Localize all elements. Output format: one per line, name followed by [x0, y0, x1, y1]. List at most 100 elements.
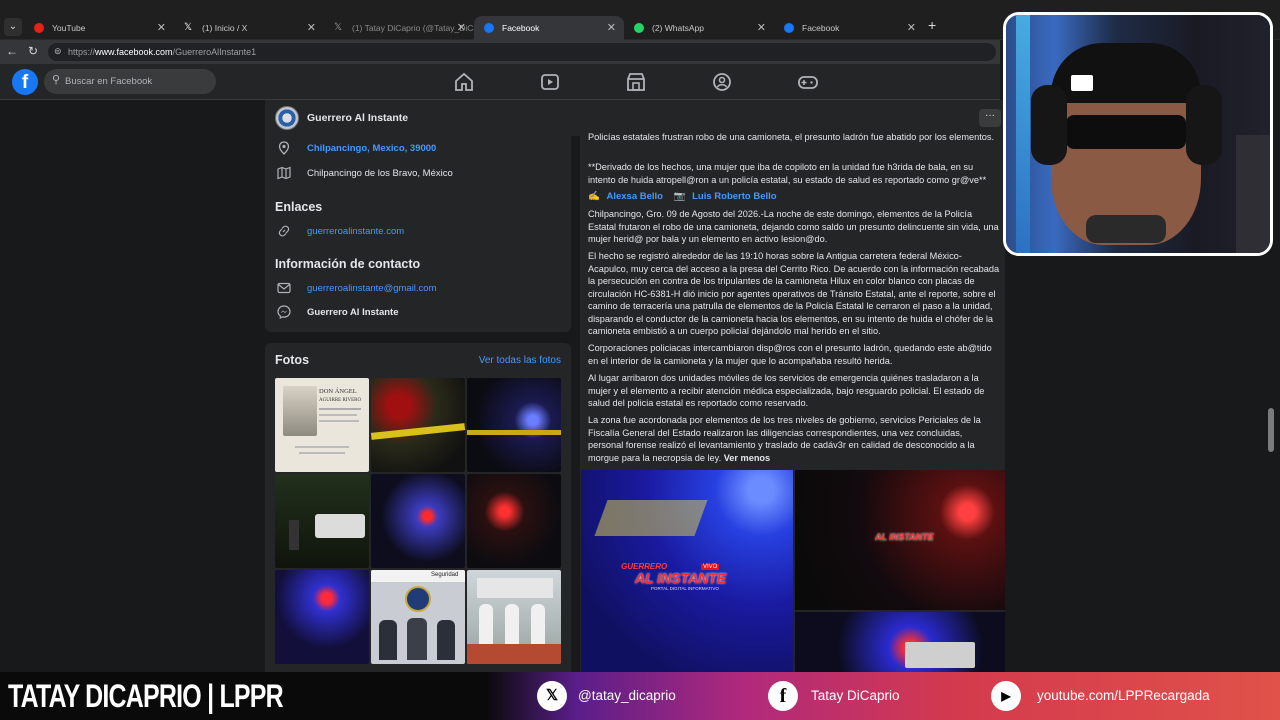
post-credits: ✍ Alexsa Bello 📷 Luis Roberto Bello: [588, 191, 777, 202]
location-pin-icon: [278, 141, 290, 155]
photo-card-line1: DON ÁNGEL: [319, 388, 357, 395]
photo-card-line2: AGUIRRE RIVERO: [319, 398, 362, 403]
photo-thumbnail[interactable]: [371, 474, 465, 568]
facebook-logo-icon[interactable]: f: [12, 69, 38, 95]
left-sidebar-space: [0, 100, 265, 672]
post-intro: Policías estatales frustran robo de una …: [588, 132, 995, 142]
map-icon: [277, 166, 291, 180]
tab-title: YouTube: [52, 23, 86, 33]
close-tab-icon[interactable]: ✕: [907, 16, 916, 40]
see-all-photos-link[interactable]: Ver todas las fotos: [479, 355, 561, 366]
browser-tab-facebook-active[interactable]: Facebook ✕: [474, 16, 624, 40]
post-paragraph: La zona fue acordonada por elementos de …: [588, 414, 1000, 464]
youtube-url: youtube.com/LPPRecargada: [1037, 688, 1210, 703]
facebook-search-input[interactable]: ⚲ Buscar en Facebook: [44, 69, 216, 94]
marketplace-icon[interactable]: [624, 70, 648, 94]
x-logo-icon: 𝕏: [184, 22, 193, 33]
image-shape: [594, 500, 708, 536]
camera-emoji-icon: 📷: [673, 191, 686, 202]
screen: ⌄ YouTube ✕ 𝕏 (1) Inicio / X ✕ 𝕏 (1) Tat…: [0, 0, 1280, 720]
scrollbar-thumb[interactable]: [1268, 408, 1274, 452]
link-icon: [278, 225, 290, 237]
messenger-name[interactable]: Guerrero Al Instante: [307, 307, 399, 318]
home-icon[interactable]: [452, 70, 476, 94]
post-paragraph: Corporaciones policiacas intercambiaron …: [588, 343, 992, 366]
close-tab-icon[interactable]: ✕: [457, 16, 466, 40]
browser-tab-x-home[interactable]: 𝕏 (1) Inicio / X ✕: [174, 16, 324, 40]
browser-toolbar: ← ↻ ⊜ https://www.facebook.com/GuerreroA…: [0, 40, 1000, 64]
watermark-main: AL INSTANTE: [635, 570, 727, 586]
x-handle: @tatay_dicaprio: [578, 688, 676, 703]
writer-link[interactable]: Alexsa Bello: [606, 191, 663, 202]
photo-thumbnail[interactable]: [275, 570, 369, 664]
video-icon[interactable]: [538, 70, 562, 94]
search-icon: ⚲: [52, 74, 61, 86]
youtube-icon: ▶: [991, 681, 1021, 711]
email-link[interactable]: guerreroalinstante@gmail.com: [307, 283, 437, 294]
photo-thumbnail[interactable]: [275, 474, 369, 568]
new-tab-button[interactable]: +: [928, 17, 936, 33]
close-tab-icon[interactable]: ✕: [607, 16, 616, 40]
post-paragraph: Chilpancingo, Gro. 09 de Agosto del 2026…: [588, 209, 999, 244]
address-bar[interactable]: ⊜ https://www.facebook.com/GuerreroAlIns…: [48, 43, 996, 61]
gaming-icon[interactable]: [796, 70, 820, 94]
photo-thumbnail[interactable]: DON ÁNGEL AGUIRRE RIVERO: [275, 378, 369, 472]
post-paragraph: El hecho se registró alrededor de las 19…: [588, 251, 1000, 336]
address-text: Chilpancingo de los Bravo, México: [307, 168, 453, 179]
location-link[interactable]: Chilpancingo, Mexico, 39000: [307, 143, 436, 154]
photo-thumbnail[interactable]: [467, 570, 561, 664]
search-placeholder: Buscar en Facebook: [65, 76, 153, 87]
back-arrow-icon[interactable]: ←: [6, 44, 18, 58]
reload-icon[interactable]: ↻: [28, 44, 38, 58]
photo-thumbnail[interactable]: [371, 378, 465, 472]
photo-card-logo-text: Seguridad: [431, 572, 459, 578]
tab-title: (2) WhatsApp: [652, 23, 704, 33]
facebook-icon: [784, 23, 794, 33]
website-link[interactable]: guerreroalinstante.com: [307, 226, 404, 237]
browser-tab-youtube[interactable]: YouTube ✕: [24, 16, 174, 40]
post-paragraph: Al lugar arribaron dos unidades móviles …: [588, 373, 985, 408]
stream-banner: TATAY DICAPRIO | LPPR 𝕏 @tatay_dicaprio …: [0, 672, 1280, 720]
groups-icon[interactable]: [710, 70, 734, 94]
post-paragraph-text: La zona fue acordonada por elementos de …: [588, 415, 981, 463]
browser-tab-facebook[interactable]: Facebook ✕: [774, 16, 924, 40]
post-image[interactable]: GUERRERO AL INSTANTE VIVO PORTAL DIGITAL…: [581, 470, 793, 672]
photos-title: Fotos: [275, 353, 310, 367]
tab-title: (1) Inicio / X: [202, 23, 248, 33]
page-name[interactable]: Guerrero Al Instante: [307, 112, 408, 124]
x-logo-icon: 𝕏: [537, 681, 567, 711]
browser-tab-x-profile[interactable]: 𝕏 (1) Tatay DiCaprio (@Tatay_DiCap ✕: [324, 16, 474, 40]
close-tab-icon[interactable]: ✕: [307, 16, 316, 40]
photo-thumbnail[interactable]: [467, 378, 561, 472]
webcam-overlay: [1003, 12, 1273, 256]
contact-section-title: Información de contacto: [275, 257, 421, 271]
youtube-icon: [34, 23, 44, 33]
facebook-icon: f: [768, 681, 798, 711]
close-tab-icon[interactable]: ✕: [757, 16, 766, 40]
close-tab-icon[interactable]: ✕: [157, 16, 166, 40]
intro-card: Chilpancingo, Mexico, 39000 Chilpancingo…: [265, 136, 571, 332]
page-avatar[interactable]: [275, 106, 299, 130]
facebook-header: f ⚲ Buscar en Facebook: [0, 64, 1000, 100]
photos-card: Fotos Ver todas las fotos DON ÁNGEL AGUIR…: [265, 343, 571, 672]
url-path: /GuerreroAlInstante1: [172, 47, 257, 57]
writer-emoji-icon: ✍: [588, 191, 600, 202]
browser-tab-whatsapp[interactable]: (2) WhatsApp ✕: [624, 16, 774, 40]
photographer-link[interactable]: Luis Roberto Bello: [692, 191, 776, 202]
watermark-sub: PORTAL DIGITAL INFORMATIVO: [651, 586, 719, 591]
tab-search-button[interactable]: ⌄: [4, 18, 22, 36]
tab-title: (1) Tatay DiCaprio (@Tatay_DiCap: [352, 23, 474, 33]
photo-thumbnail[interactable]: Seguridad: [371, 570, 465, 664]
streamer-name: TATAY DICAPRIO | LPPR: [8, 678, 284, 714]
x-logo-icon: 𝕏: [334, 22, 343, 33]
facebook-icon: [484, 23, 494, 33]
see-less-link[interactable]: Ver menos: [724, 453, 770, 463]
site-info-icon[interactable]: ⊜: [54, 46, 62, 57]
watermark-main: AL INSTANTE: [875, 532, 934, 542]
watermark-live-badge: VIVO: [701, 564, 720, 570]
post-image[interactable]: [795, 612, 1005, 672]
photo-thumbnail[interactable]: [467, 474, 561, 568]
url-prefix: https://: [68, 47, 96, 57]
post-image[interactable]: AL INSTANTE: [795, 470, 1005, 610]
more-options-icon[interactable]: ···: [979, 109, 1001, 127]
